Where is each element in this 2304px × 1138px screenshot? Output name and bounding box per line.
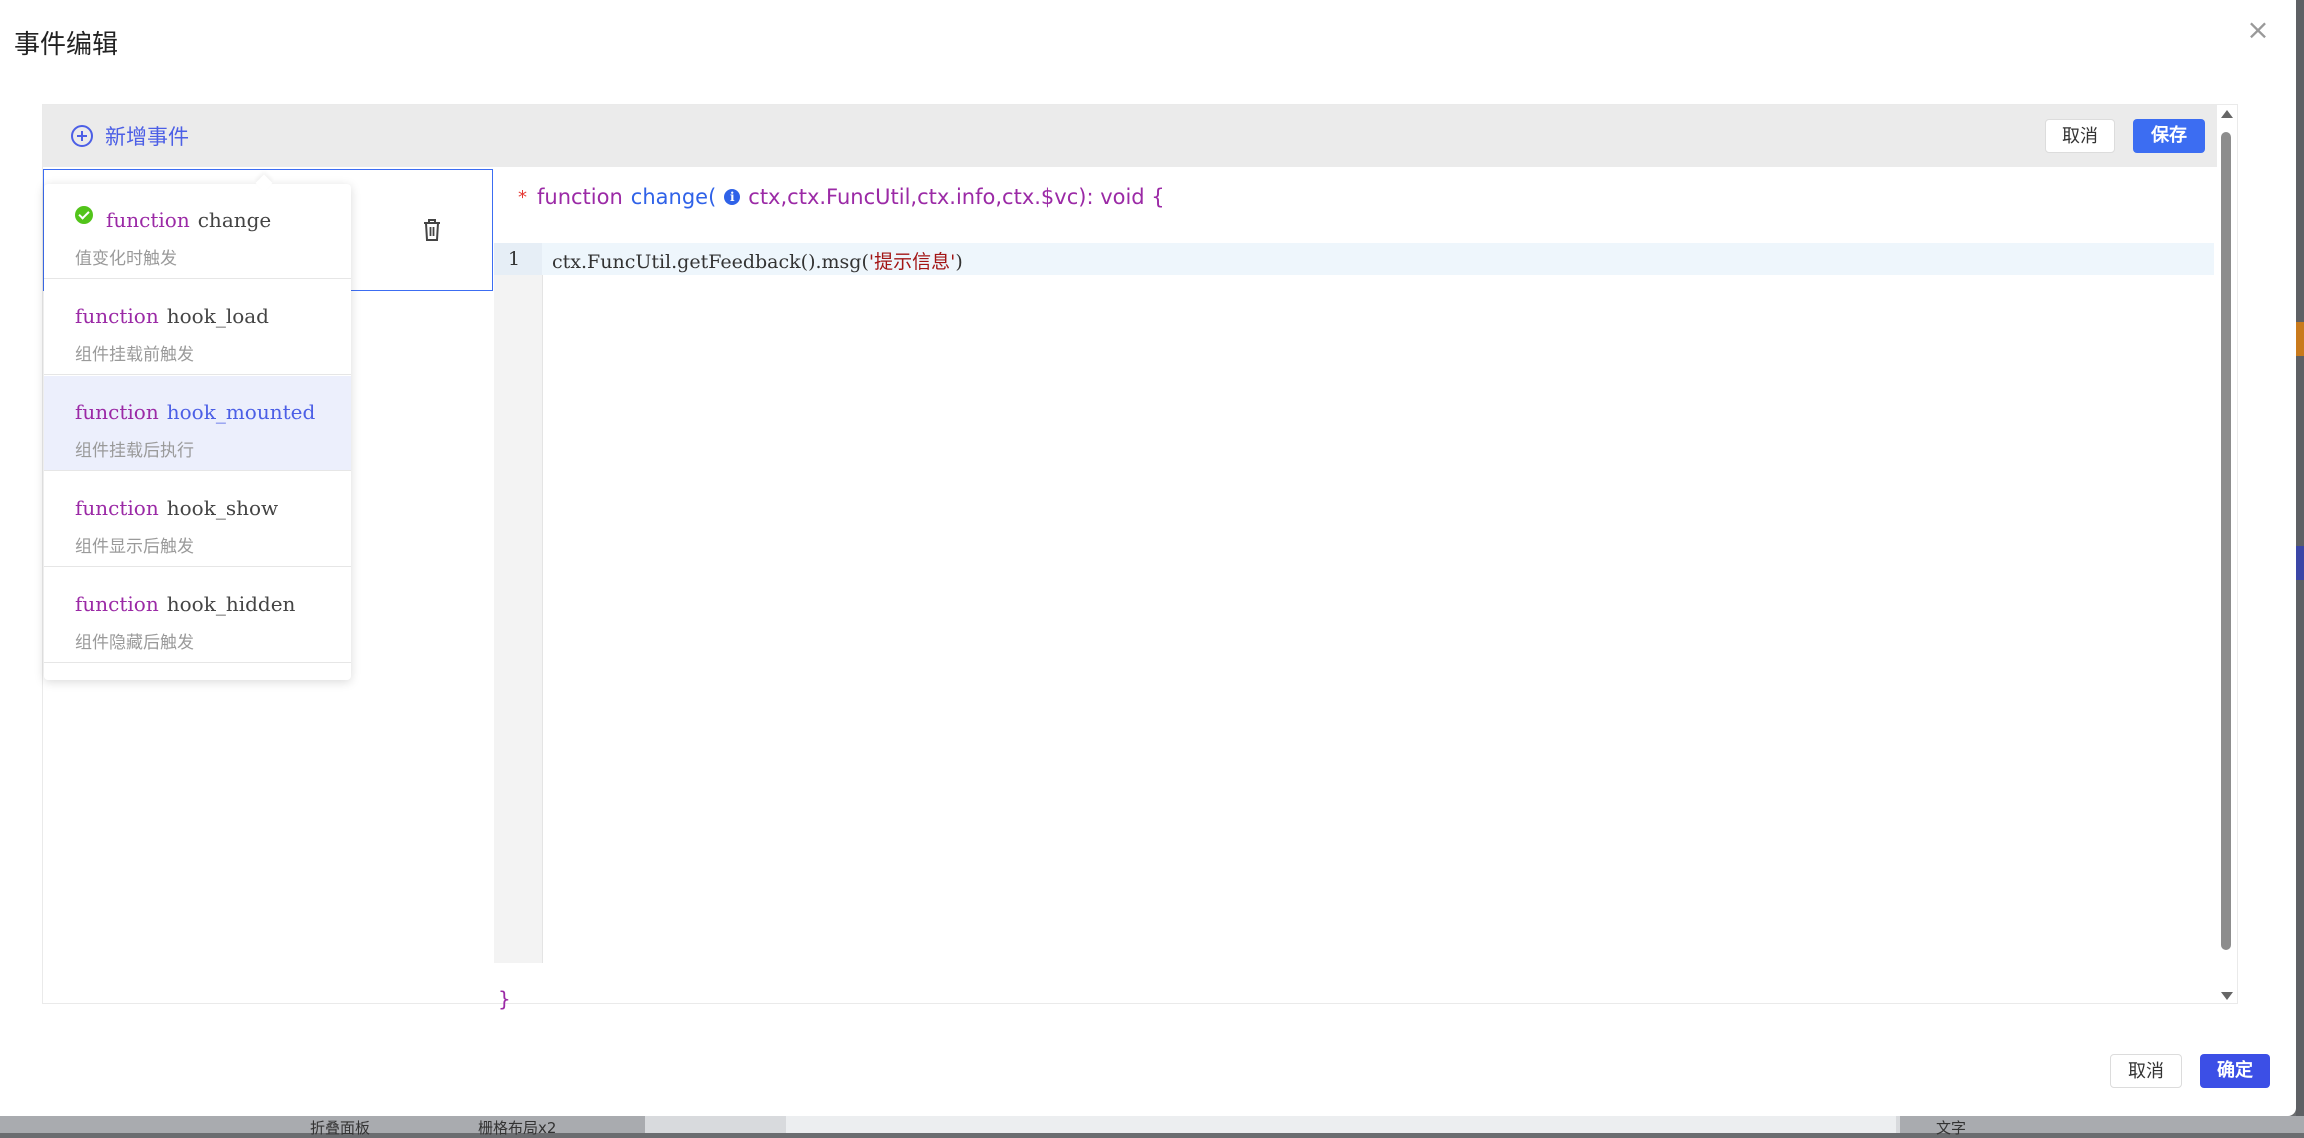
background-select: 文字 [1936, 1119, 1967, 1137]
dropdown-item-function: function hook_mounted [75, 400, 315, 424]
function-keyword: function [75, 400, 159, 424]
code-string: '提示信息' [868, 251, 956, 273]
close-icon[interactable]: × [2246, 16, 2270, 44]
dropdown-item-desc: 值变化时触发 [75, 249, 177, 269]
background-app-bottom: 折叠面板 栅格布局x2 文字 [0, 1116, 2304, 1137]
info-icon[interactable]: i [724, 189, 741, 205]
function-keyword: function [75, 496, 159, 520]
dropdown-item-desc: 组件挂载前触发 [75, 345, 194, 365]
dropdown-item-desc: 组件隐藏后触发 [75, 633, 194, 653]
scrollbar-thumb[interactable] [2221, 132, 2231, 950]
dropdown-item-function: function change [106, 208, 271, 232]
modal-body: 新增事件 取消 保存 * function change( i ctx,ctx.… [42, 104, 2238, 1011]
signature-keyword: function [537, 185, 623, 209]
code-text: ctx.FuncUtil.getFeedback().msg( [552, 251, 869, 273]
background-accent [2296, 322, 2304, 356]
dropdown-item-hook-hidden[interactable]: function hook_hidden 组件隐藏后触发 [44, 568, 351, 663]
function-name: change [197, 208, 272, 232]
footer-cancel-button[interactable]: 取消 [2110, 1054, 2182, 1088]
dropdown-item-hook-show[interactable]: function hook_show 组件显示后触发 [44, 472, 351, 567]
cancel-button[interactable]: 取消 [2045, 119, 2115, 153]
dropdown-item-function: function hook_load [75, 304, 269, 328]
signature-params: ctx,ctx.FuncUtil,ctx.info,ctx.$vc): void… [748, 185, 1165, 209]
scroll-down-icon[interactable] [2221, 992, 2233, 1000]
dropdown-item-desc: 组件显示后触发 [75, 537, 194, 557]
dropdown-item-function: function hook_show [75, 496, 278, 520]
modal-title: 事件编辑 [14, 30, 119, 60]
check-circle-icon [75, 206, 93, 224]
vertical-scrollbar[interactable] [2218, 110, 2234, 1002]
line-number: 1 [508, 248, 521, 270]
background-tab: 折叠面板 [310, 1119, 371, 1137]
function-keyword: function [75, 592, 159, 616]
background-panel [786, 1116, 1896, 1133]
background-accent [2296, 546, 2304, 580]
function-name: hook_load [166, 304, 269, 328]
required-mark: * [518, 186, 527, 208]
plus-circle-icon [71, 125, 93, 147]
event-type-dropdown: function change 值变化时触发 function hook_load … [44, 184, 351, 680]
dropdown-item-change[interactable]: function change 值变化时触发 [44, 184, 351, 279]
dropdown-item-hook-load[interactable]: function hook_load 组件挂载前触发 [44, 280, 351, 375]
function-name: hook_hidden [166, 592, 296, 616]
dropdown-item-hook-mounted[interactable]: function hook_mounted 组件挂载后执行 [44, 376, 351, 471]
toolbar: 新增事件 取消 保存 [43, 105, 2217, 167]
scroll-up-icon[interactable] [2221, 110, 2233, 118]
dropdown-item-desc: 组件挂载后执行 [75, 441, 194, 461]
function-name: hook_show [166, 496, 279, 520]
function-keyword: function [75, 304, 159, 328]
code-text: ) [955, 251, 963, 273]
event-edit-modal: 事件编辑 × 新增事件 取消 保存 * function change(i c… [0, 0, 2296, 1116]
function-keyword: function [106, 208, 190, 232]
function-name: hook_mounted [166, 400, 316, 424]
confirm-button[interactable]: 确定 [2200, 1054, 2270, 1088]
add-event-label: 新增事件 [105, 125, 189, 149]
function-signature: * function change( i ctx,ctx.FuncUtil,ct… [518, 185, 1165, 209]
save-button[interactable]: 保存 [2133, 119, 2205, 153]
background-tab: 栅格布局x2 [478, 1119, 557, 1137]
closing-brace: } [498, 987, 511, 1011]
code-area[interactable]: 1 ctx.FuncUtil.getFeedback().msg('提示信息') [494, 243, 2217, 963]
dropdown-item-function: function hook_hidden [75, 592, 295, 616]
line-gutter [494, 243, 543, 963]
code-line[interactable]: ctx.FuncUtil.getFeedback().msg('提示信息') [552, 247, 963, 274]
code-editor[interactable]: * function change( i ctx,ctx.FuncUtil,ct… [494, 167, 2217, 1011]
add-event-button[interactable]: 新增事件 [71, 121, 189, 151]
signature-function-name: change( [630, 185, 717, 209]
trash-icon[interactable] [422, 218, 442, 242]
